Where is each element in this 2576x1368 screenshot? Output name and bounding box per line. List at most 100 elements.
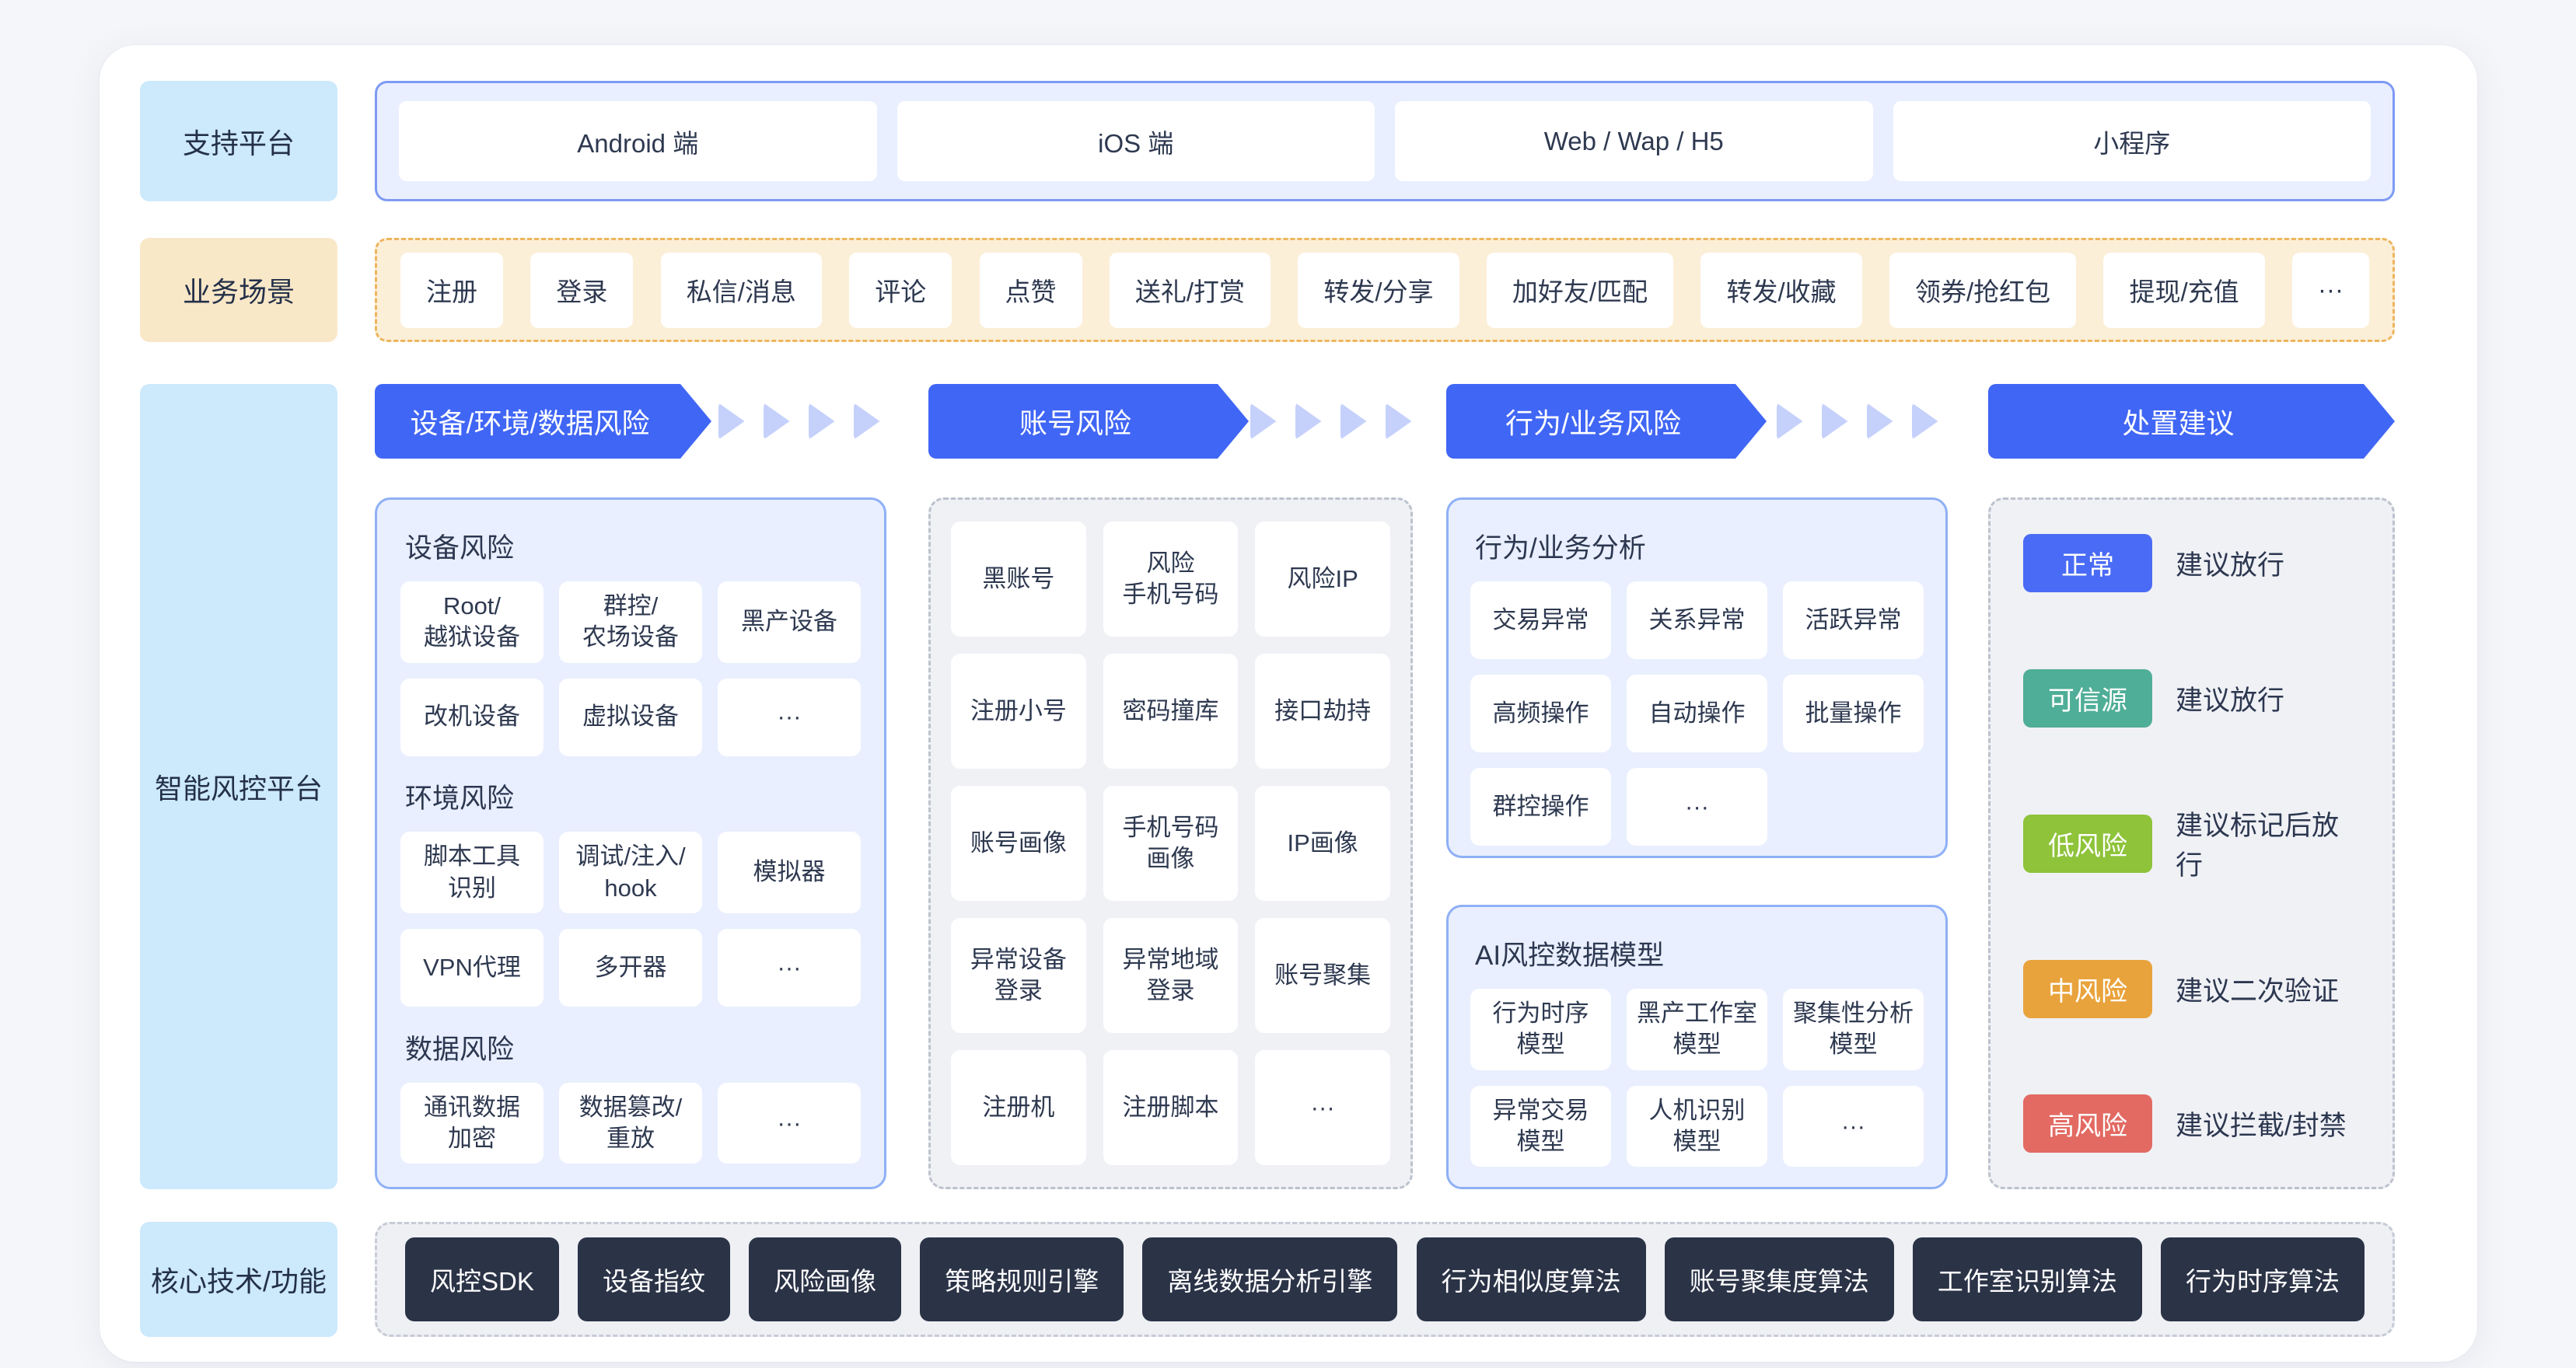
platforms-row-label: 支持平台 — [140, 81, 337, 201]
scenario-chip: 提现/充值 — [2103, 253, 2264, 328]
risk-card: 注册机 — [951, 1050, 1086, 1165]
risk-card: 脚本工具 识别 — [400, 832, 544, 913]
risk-group-title: AI风控数据模型 — [1475, 934, 1924, 973]
behavior-risk-panel: 行为/业务分析交易异常关系异常活跃异常高频操作自动操作批量操作群控操作··· AI… — [1446, 497, 1948, 1189]
risk-level-badge: 高风险 — [2023, 1094, 2152, 1153]
flow-triangle-icon — [764, 403, 790, 440]
risk-card: 活跃异常 — [1783, 581, 1924, 659]
risk-card: 人机识别 模型 — [1627, 1086, 1767, 1167]
advice-row: 中风险建议二次验证 — [2023, 960, 2360, 1018]
risk-card: ··· — [718, 929, 861, 1007]
platform-card: 小程序 — [1893, 101, 2372, 181]
stage-arrow-0: 设备/环境/数据风险 — [375, 384, 711, 459]
flow-triangles — [1767, 403, 1948, 440]
risk-group: 数据风险通讯数据 加密数据篡改/ 重放··· — [400, 1021, 861, 1164]
device-risk-panel: 设备风险Root/ 越狱设备群控/ 农场设备黑产设备改机设备虚拟设备··· 环境风… — [375, 497, 886, 1189]
risk-card-grid: 通讯数据 加密数据篡改/ 重放··· — [400, 1083, 861, 1164]
risk-level-badge: 中风险 — [2023, 960, 2152, 1018]
advice-text: 建议二次验证 — [2176, 969, 2339, 1009]
flow-triangle-icon — [1912, 403, 1938, 440]
risk-card: 异常交易 模型 — [1470, 1086, 1611, 1167]
risk-card: 关系异常 — [1627, 581, 1767, 659]
tech-chip: 行为相似度算法 — [1417, 1237, 1646, 1321]
risk-card: 调试/注入/ hook — [559, 832, 702, 913]
tech-row-label: 核心技术/功能 — [140, 1222, 337, 1337]
stage-arrow-2: 行为/业务风险 — [1446, 384, 1767, 459]
tech-chip: 离线数据分析引擎 — [1142, 1237, 1397, 1321]
stage-header-row: 设备/环境/数据风险账号风险行为/业务风险处置建议 — [375, 384, 2395, 459]
risk-group-title: 数据风险 — [405, 1028, 861, 1067]
account-risk-grid: 黑账号风险 手机号码风险IP注册小号密码撞库接口劫持账号画像手机号码 画像IP画… — [951, 522, 1390, 1165]
platforms-container: Android 端iOS 端Web / Wap / H5小程序 — [375, 81, 2395, 201]
scenario-chip: 注册 — [400, 253, 503, 328]
flow-triangle-icon — [1867, 403, 1893, 440]
advice-row: 正常建议放行 — [2023, 534, 2360, 592]
advice-panel: 正常建议放行可信源建议放行低风险建议标记后放行中风险建议二次验证高风险建议拦截/… — [1988, 497, 2395, 1189]
risk-card-grid: 脚本工具 识别调试/注入/ hook模拟器VPN代理多开器··· — [400, 832, 861, 1007]
risk-card: ··· — [718, 679, 861, 756]
advice-row: 高风险建议拦截/封禁 — [2023, 1094, 2360, 1153]
platform-card: Android 端 — [399, 101, 877, 181]
risk-card-grid: 交易异常关系异常活跃异常高频操作自动操作批量操作群控操作··· — [1470, 581, 1924, 846]
risk-card: 黑账号 — [951, 522, 1086, 637]
risk-card: ··· — [1627, 768, 1767, 846]
scenario-chip: 私信/消息 — [661, 253, 822, 328]
risk-card: 手机号码 画像 — [1103, 786, 1239, 901]
stage-arrow-1: 账号风险 — [928, 384, 1249, 459]
tech-chip: 策略规则引擎 — [920, 1237, 1124, 1321]
risk-control-architecture-diagram: 支持平台 Android 端iOS 端Web / Wap / H5小程序 业务场… — [100, 45, 2477, 1362]
risk-card: 群控/ 农场设备 — [559, 581, 702, 663]
platform-section-content: 设备/环境/数据风险账号风险行为/业务风险处置建议 设备风险Root/ 越狱设备… — [375, 384, 2395, 1189]
risk-card: 风险 手机号码 — [1103, 522, 1239, 637]
scenarios-row-label: 业务场景 — [140, 238, 337, 342]
platform-section-row: 智能风控平台 设备/环境/数据风险账号风险行为/业务风险处置建议 设备风险Roo… — [140, 384, 2395, 1189]
scenario-chip: ··· — [2292, 253, 2369, 328]
ai-model-box: AI风控数据模型行为时序 模型黑产工作室 模型聚集性分析 模型异常交易 模型人机… — [1446, 905, 1948, 1189]
risk-card: 交易异常 — [1470, 581, 1611, 659]
flow-triangle-icon — [1295, 403, 1322, 440]
scenarios-row: 业务场景 注册登录私信/消息评论点赞送礼/打赏转发/分享加好友/匹配转发/收藏领… — [140, 238, 2395, 342]
risk-level-badge: 低风险 — [2023, 815, 2152, 873]
scenario-chip: 送礼/打赏 — [1110, 253, 1271, 328]
advice-text: 建议放行 — [2176, 679, 2284, 718]
behavior-analysis-box: 行为/业务分析交易异常关系异常活跃异常高频操作自动操作批量操作群控操作··· — [1446, 497, 1948, 858]
account-risk-panel: 黑账号风险 手机号码风险IP注册小号密码撞库接口劫持账号画像手机号码 画像IP画… — [928, 497, 1413, 1189]
scenario-chip: 领券/抢红包 — [1889, 253, 2076, 328]
platform-section-label: 智能风控平台 — [140, 384, 337, 1189]
risk-card: 行为时序 模型 — [1470, 989, 1611, 1070]
risk-card: 自动操作 — [1627, 675, 1767, 752]
flow-triangle-icon — [1386, 403, 1412, 440]
risk-level-badge: 正常 — [2023, 534, 2152, 592]
risk-card: 黑产工作室 模型 — [1627, 989, 1767, 1070]
risk-card: 账号聚集 — [1255, 918, 1390, 1033]
risk-card: 聚集性分析 模型 — [1783, 989, 1924, 1070]
risk-group-title: 环境风险 — [405, 776, 861, 816]
scenario-chip: 登录 — [530, 253, 633, 328]
tech-chip: 风控SDK — [405, 1237, 559, 1321]
stage-cell: 设备/环境/数据风险 — [375, 384, 886, 459]
tech-chip: 风险画像 — [749, 1237, 901, 1321]
risk-card: 改机设备 — [400, 679, 544, 756]
risk-card: 通讯数据 加密 — [400, 1083, 544, 1164]
stage-cell: 行为/业务风险 — [1446, 384, 1948, 459]
advice-row: 低风险建议标记后放行 — [2023, 804, 2360, 883]
risk-card: ··· — [718, 1083, 861, 1164]
flow-triangle-icon — [718, 403, 745, 440]
risk-card: 虚拟设备 — [559, 679, 702, 756]
risk-card: VPN代理 — [400, 929, 544, 1007]
risk-card: 接口劫持 — [1255, 654, 1390, 769]
scenario-chip: 点赞 — [980, 253, 1082, 328]
risk-columns: 设备风险Root/ 越狱设备群控/ 农场设备黑产设备改机设备虚拟设备··· 环境风… — [375, 497, 2395, 1189]
flow-triangle-icon — [1777, 403, 1803, 440]
tech-container: 风控SDK设备指纹风险画像策略规则引擎离线数据分析引擎行为相似度算法账号聚集度算… — [375, 1222, 2395, 1337]
platform-card: Web / Wap / H5 — [1395, 101, 1873, 181]
risk-card-grid: Root/ 越狱设备群控/ 农场设备黑产设备改机设备虚拟设备··· — [400, 581, 861, 756]
risk-card: 账号画像 — [951, 786, 1086, 901]
risk-card: 异常地域 登录 — [1103, 918, 1239, 1033]
flow-triangles — [1249, 403, 1413, 440]
advice-text: 建议标记后放行 — [2176, 804, 2360, 883]
risk-card: 数据篡改/ 重放 — [559, 1083, 702, 1164]
platform-card: iOS 端 — [897, 101, 1375, 181]
risk-group: 设备风险Root/ 越狱设备群控/ 农场设备黑产设备改机设备虚拟设备··· — [400, 520, 861, 756]
scenario-chip: 转发/收藏 — [1700, 253, 1861, 328]
